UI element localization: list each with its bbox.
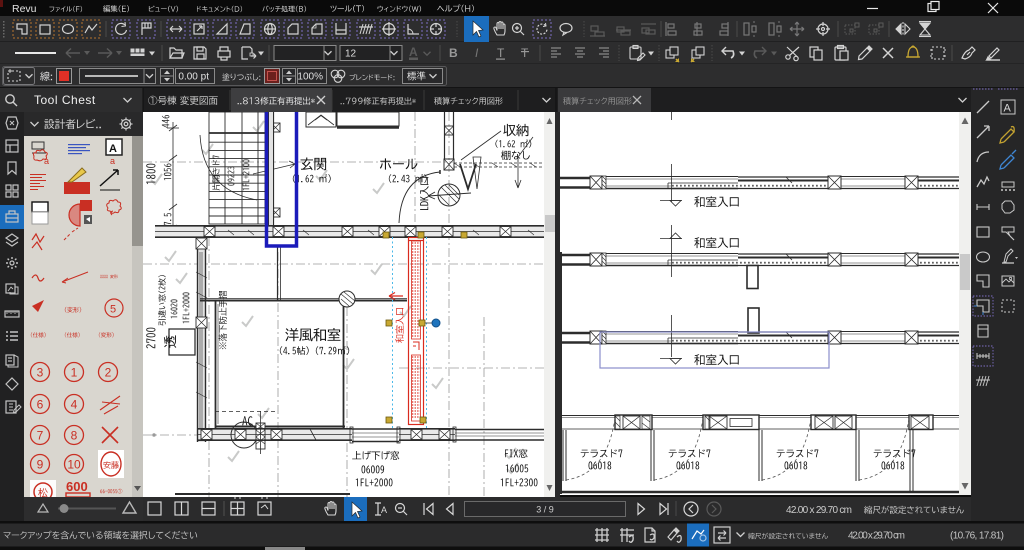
svg-text:A: A: [109, 143, 117, 155]
svg-text:100%: 100%: [297, 72, 323, 83]
svg-text:6: 6: [37, 398, 44, 412]
svg-text:Tool Chest: Tool Chest: [34, 93, 96, 107]
svg-text:T: T: [497, 46, 505, 60]
svg-text:4: 4: [71, 398, 78, 412]
svg-text:2: 2: [105, 366, 112, 380]
svg-text:8: 8: [71, 429, 78, 443]
svg-text:12: 12: [345, 49, 357, 60]
svg-text:3: 3: [37, 366, 44, 380]
svg-text:42.00 x 29.70 cm: 42.00 x 29.70 cm: [848, 531, 905, 542]
svg-text:A: A: [409, 45, 418, 59]
svg-text:T: T: [521, 46, 529, 60]
svg-text:Revu: Revu: [12, 3, 37, 15]
svg-text:1: 1: [71, 366, 78, 380]
svg-text:a: a: [110, 156, 115, 166]
svg-text:0.00 pt: 0.00 pt: [178, 72, 209, 83]
svg-text:A: A: [381, 505, 387, 515]
svg-text:B: B: [449, 46, 458, 60]
svg-text:(10.76, 17.81): (10.76, 17.81): [950, 531, 1004, 542]
svg-text:A: A: [1004, 103, 1012, 115]
svg-text:a: a: [44, 156, 49, 166]
svg-text:42.00 x 29.70 cm: 42.00 x 29.70 cm: [786, 505, 852, 516]
svg-text:600: 600: [66, 479, 88, 494]
svg-text:3 / 9: 3 / 9: [536, 505, 554, 515]
svg-text:10: 10: [67, 458, 81, 472]
svg-text:7: 7: [37, 429, 44, 443]
svg-text:9: 9: [37, 458, 44, 472]
svg-text:5: 5: [110, 304, 116, 316]
